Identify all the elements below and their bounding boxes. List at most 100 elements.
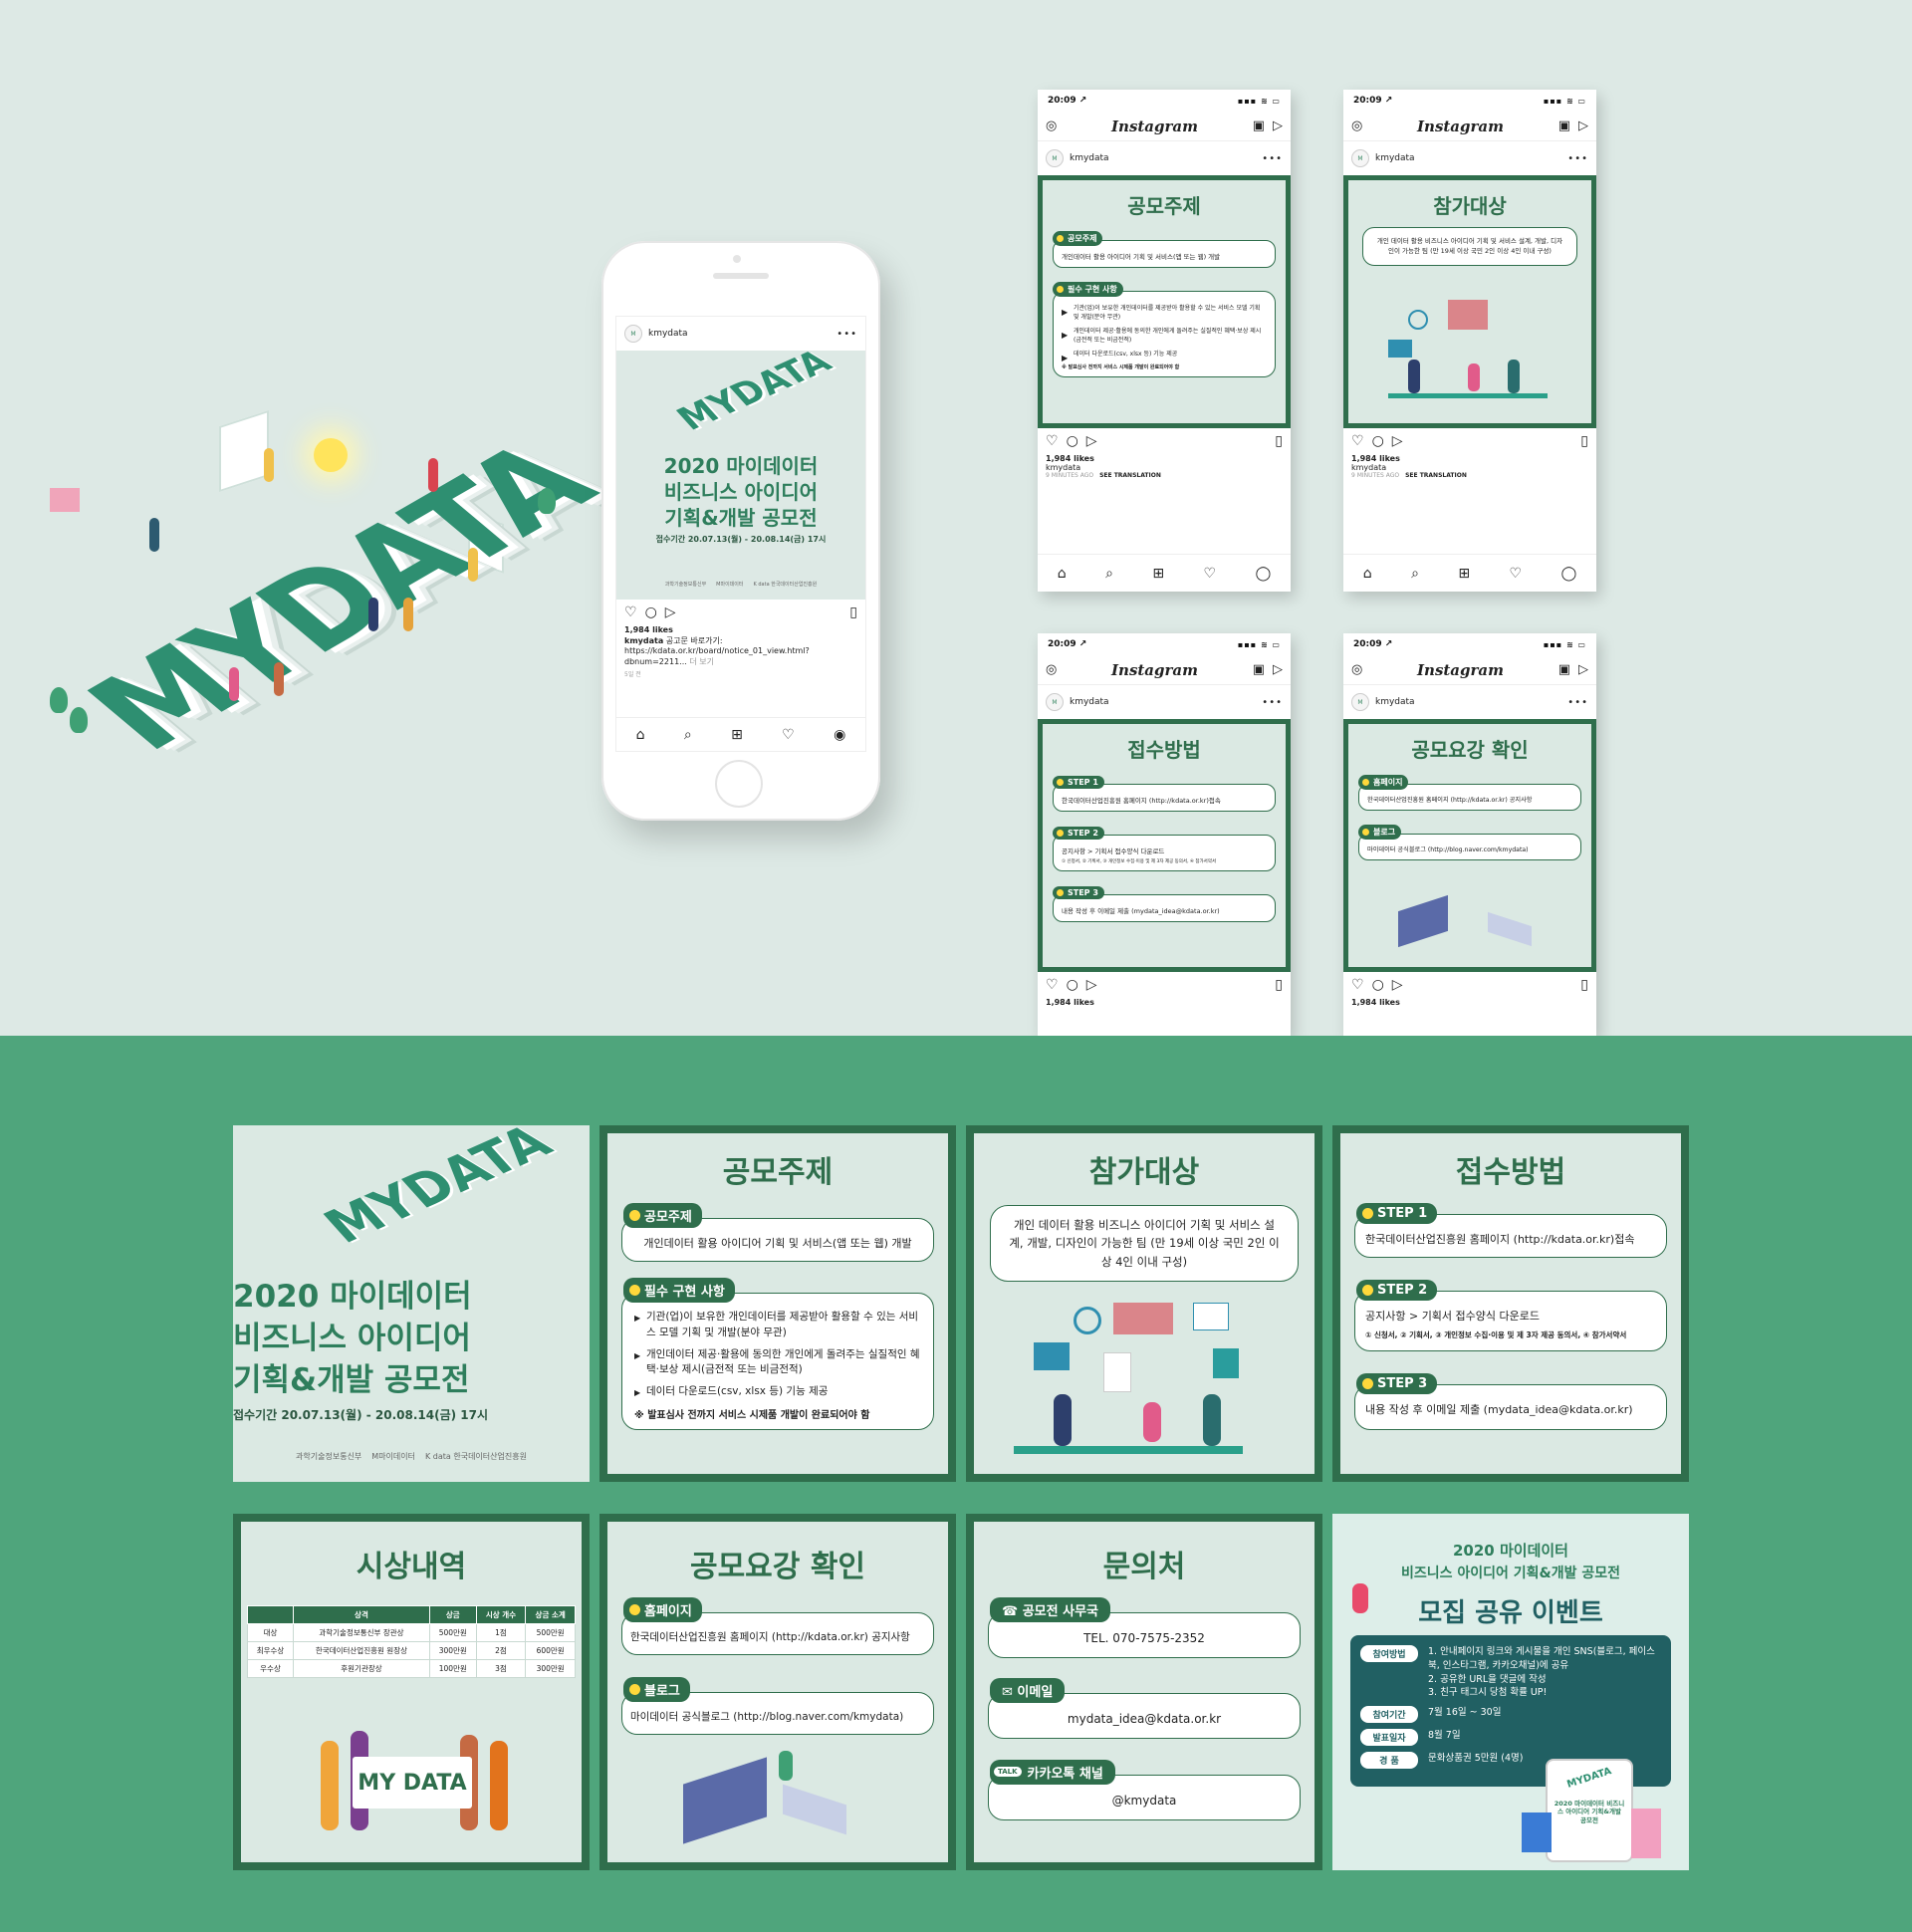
laptop-icon [1398,894,1448,948]
heart-icon[interactable]: ♡ [1351,977,1364,993]
camera-icon[interactable]: ◎ [1351,119,1362,133]
profile-icon[interactable]: ◯ [1561,566,1577,582]
username[interactable]: kmydata [648,329,688,339]
likes-count[interactable]: 1,984 likes [1038,998,1291,1007]
card-title: 접수방법 [1455,1155,1566,1190]
heart-icon[interactable]: ♡ [624,604,637,620]
see-translation[interactable]: SEE TRANSLATION [1099,472,1161,479]
instagram-logo: Instagram [1111,660,1199,679]
camera-icon[interactable]: ◎ [1351,662,1362,677]
search-icon[interactable]: ⌕ [684,727,692,743]
bookmark-icon[interactable]: ▯ [1580,433,1588,449]
comment-icon[interactable]: ○ [645,604,657,620]
bookmark-icon[interactable]: ▯ [1580,977,1588,993]
username[interactable]: kmydata [1070,697,1109,707]
required-box: 기관(업)이 보유한 개인데이터를 제공받아 활용할 수 있는 서비스 모델 기… [1053,291,1276,377]
camera-icon[interactable]: ◎ [1046,119,1057,133]
home-icon[interactable]: ⌂ [1058,566,1067,582]
profile-icon[interactable]: ◉ [834,727,845,743]
likes-count[interactable]: 1,984 likes [1343,454,1596,463]
tree-icon [70,707,88,733]
post-image[interactable]: 참가대상 개인 데이터 활용 비즈니스 아이디어 기획 및 서비스 설계, 개발… [1343,175,1596,428]
poster-title-line: 2020 마이데이터 [663,454,819,478]
heart-icon[interactable]: ♡ [1351,433,1364,449]
comment-icon[interactable]: ○ [1372,433,1384,449]
table-cell: 600만원 [525,1641,576,1660]
heart-icon[interactable]: ♡ [1204,566,1217,582]
post-image[interactable]: MYDATA 2020 마이데이터 비즈니스 아이디어 기획&개발 공모전 접수… [616,343,865,600]
tag-step1: STEP 1 [1053,776,1104,789]
bookmark-icon[interactable]: ▯ [1275,433,1283,449]
bookmark-icon[interactable]: ▯ [849,604,857,620]
more-icon[interactable]: ••• [1262,697,1283,708]
lightbulb-icon [1362,1285,1373,1296]
person-icon [149,518,159,552]
home-icon[interactable]: ⌂ [1363,566,1372,582]
direct-icon[interactable]: ▷ [1273,662,1283,677]
avatar[interactable]: M [624,325,642,343]
post-image[interactable]: 접수방법 STEP 1 한국데이터산업진흥원 홈페이지 (http://kdat… [1038,719,1291,972]
card-apply: 접수방법 STEP 1 한국데이터산업진흥원 홈페이지 (http://kdat… [1332,1125,1689,1482]
avatar[interactable]: M [1046,149,1064,167]
event-label: 경 품 [1360,1752,1418,1770]
heart-icon[interactable]: ♡ [1510,566,1523,582]
bookmark-icon[interactable]: ▯ [1275,977,1283,993]
more-icon[interactable]: ••• [836,329,857,340]
heart-icon[interactable]: ♡ [1046,977,1059,993]
direct-icon[interactable]: ▷ [1578,119,1588,133]
avatar[interactable]: M [1351,149,1369,167]
share-icon[interactable]: ▷ [1392,433,1403,449]
post-image[interactable]: 공모주제 공모주제 개인데이터 활용 아이디어 기획 및 서비스(앱 또는 웹)… [1038,175,1291,428]
share-icon[interactable]: ▷ [1086,433,1097,449]
add-icon[interactable]: ⊞ [731,727,743,743]
more-icon[interactable]: ••• [1262,153,1283,164]
profile-icon[interactable]: ◯ [1256,566,1272,582]
add-icon[interactable]: ⊞ [1458,566,1470,582]
username[interactable]: kmydata [1070,153,1109,163]
share-icon[interactable]: ▷ [1392,977,1403,993]
comment-icon[interactable]: ○ [1067,433,1078,449]
post-actions: ♡ ○ ▷ ▯ [1038,428,1291,454]
direct-icon[interactable]: ▷ [1273,119,1283,133]
required-box: 기관(업)이 보유한 개인데이터를 제공받아 활용할 수 있는 서비스 모델 기… [621,1293,934,1430]
lightbulb-icon [1057,235,1064,242]
direct-icon[interactable]: ▷ [1578,662,1588,677]
likes-count[interactable]: 1,984 likes [1343,998,1596,1007]
table-cell: 500만원 [525,1623,576,1642]
see-translation[interactable]: SEE TRANSLATION [1405,472,1467,479]
comment-icon[interactable]: ○ [1067,977,1078,993]
likes-count[interactable]: 1,984 likes [616,625,865,634]
caption-user[interactable]: kmydata [1038,463,1291,472]
caption-user[interactable]: kmydata [624,636,663,645]
search-icon[interactable]: ⌕ [1411,566,1419,582]
more-icon[interactable]: ••• [1567,153,1588,164]
igtv-icon[interactable]: ▣ [1253,119,1265,133]
igtv-icon[interactable]: ▣ [1558,662,1570,677]
home-icon[interactable]: ⌂ [636,727,645,743]
home-button[interactable] [715,760,763,808]
chart-icon [50,488,80,512]
post-image[interactable]: 공모요강 확인 홈페이지 한국데이터산업진흥원 홈페이지 (http://kda… [1343,719,1596,972]
igtv-icon[interactable]: ▣ [1253,662,1265,677]
username[interactable]: kmydata [1375,697,1415,707]
heart-icon[interactable]: ♡ [782,727,795,743]
igtv-icon[interactable]: ▣ [1558,119,1570,133]
share-icon[interactable]: ▷ [1086,977,1097,993]
table-header: 상금 소계 [525,1605,576,1624]
ig-header: ◎ Instagram ▣ ▷ [1343,112,1596,141]
share-icon[interactable]: ▷ [665,604,676,620]
add-icon[interactable]: ⊞ [1152,566,1164,582]
comment-icon[interactable]: ○ [1372,977,1384,993]
search-icon[interactable]: ⌕ [1105,566,1113,582]
avatar[interactable]: M [1351,693,1369,711]
heart-icon[interactable]: ♡ [1046,433,1059,449]
poster-title-line: 비즈니스 아이디어 [663,480,819,504]
likes-count[interactable]: 1,984 likes [1038,454,1291,463]
person-icon [229,667,239,701]
camera-icon[interactable]: ◎ [1046,662,1057,677]
more-icon[interactable]: ••• [1567,697,1588,708]
avatar[interactable]: M [1046,693,1064,711]
username[interactable]: kmydata [1375,153,1415,163]
caption-user[interactable]: kmydata [1343,463,1596,472]
caption-more[interactable]: 더 보기 [689,657,714,666]
